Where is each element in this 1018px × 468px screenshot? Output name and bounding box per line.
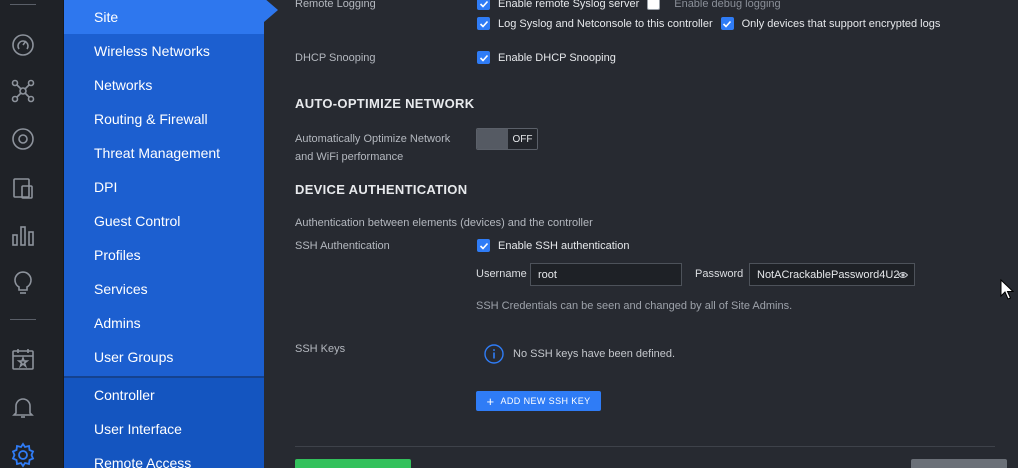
syslog-checkbox-row[interactable]: Enable remote Syslog server Enable debug… bbox=[477, 0, 781, 10]
rail-divider bbox=[10, 4, 36, 5]
no-ssh-keys-text: No SSH keys have been defined. bbox=[513, 348, 676, 360]
auto-optimize-toggle[interactable]: OFF bbox=[476, 128, 538, 150]
nav-item-site[interactable]: Site bbox=[64, 0, 264, 34]
events-icon[interactable] bbox=[9, 345, 37, 373]
netconsole-checkbox[interactable] bbox=[477, 17, 490, 30]
ssh-auth-checkbox-label: Enable SSH authentication bbox=[498, 239, 630, 252]
ssh-auth-checkbox-row[interactable]: Enable SSH authentication bbox=[477, 239, 629, 252]
settings-icon[interactable] bbox=[9, 441, 37, 468]
debug-logging-label: Enable debug logging bbox=[674, 0, 781, 10]
nav-item-profiles[interactable]: Profiles bbox=[64, 238, 264, 272]
ssh-auth-label: SSH Authentication bbox=[295, 240, 390, 252]
nav-item-networks[interactable]: Networks bbox=[64, 68, 264, 102]
info-icon bbox=[484, 344, 504, 364]
debug-logging-checkbox[interactable] bbox=[647, 0, 661, 10]
settings-nav: Site Wireless Networks Networks Routing … bbox=[64, 0, 264, 468]
statistics-icon[interactable] bbox=[9, 221, 37, 249]
show-password-icon[interactable] bbox=[898, 270, 908, 280]
nav-item-user-interface[interactable]: User Interface bbox=[64, 412, 264, 446]
form-footer-divider bbox=[295, 446, 995, 447]
reset-button[interactable] bbox=[911, 459, 1007, 468]
nav-item-wireless-networks[interactable]: Wireless Networks bbox=[64, 34, 264, 68]
nav-item-threat-management[interactable]: Threat Management bbox=[64, 136, 264, 170]
clients-icon[interactable] bbox=[9, 174, 37, 202]
username-label: Username bbox=[476, 268, 527, 280]
syslog-checkbox[interactable] bbox=[477, 0, 490, 10]
netconsole-checkbox-row[interactable]: Log Syslog and Netconsole to this contro… bbox=[477, 17, 940, 30]
password-value: NotACrackablePassword4U2 bbox=[757, 268, 900, 281]
encrypted-logs-label: Only devices that support encrypted logs bbox=[741, 17, 941, 30]
devices-icon[interactable] bbox=[9, 125, 37, 153]
nav-item-controller[interactable]: Controller bbox=[64, 378, 264, 412]
netconsole-checkbox-label: Log Syslog and Netconsole to this contro… bbox=[498, 17, 713, 30]
insights-icon[interactable] bbox=[9, 268, 37, 296]
dhcp-snooping-label: DHCP Snooping bbox=[295, 52, 376, 64]
ssh-auth-checkbox[interactable] bbox=[477, 239, 490, 252]
password-label: Password bbox=[695, 268, 744, 280]
device-auth-title: DEVICE AUTHENTICATION bbox=[295, 182, 468, 197]
remote-logging-label: Remote Logging bbox=[295, 0, 376, 10]
auto-optimize-label-line2: and WiFi performance bbox=[295, 151, 404, 163]
nav-item-services[interactable]: Services bbox=[64, 272, 264, 306]
nav-item-dpi[interactable]: DPI bbox=[64, 170, 264, 204]
nav-item-routing-firewall[interactable]: Routing & Firewall bbox=[64, 102, 264, 136]
device-auth-subtitle: Authentication between elements (devices… bbox=[295, 217, 593, 229]
rail-divider bbox=[10, 319, 36, 320]
dashboard-icon[interactable] bbox=[9, 31, 37, 59]
syslog-checkbox-label: Enable remote Syslog server bbox=[498, 0, 640, 10]
ssh-keys-label: SSH Keys bbox=[295, 343, 346, 355]
apply-changes-button[interactable] bbox=[295, 459, 411, 468]
dhcp-snooping-checkbox-row[interactable]: Enable DHCP Snooping bbox=[477, 51, 616, 64]
dhcp-snooping-checkbox[interactable] bbox=[477, 51, 490, 64]
active-nav-pointer bbox=[264, 0, 278, 22]
password-input[interactable]: NotACrackablePassword4U2 bbox=[749, 263, 915, 286]
nav-item-remote-access[interactable]: Remote Access bbox=[64, 446, 264, 468]
dhcp-snooping-checkbox-label: Enable DHCP Snooping bbox=[498, 51, 616, 64]
add-new-ssh-key-button[interactable]: + ADD NEW SSH KEY bbox=[476, 391, 601, 411]
plus-icon: + bbox=[486, 393, 495, 409]
alerts-icon[interactable] bbox=[9, 393, 37, 421]
nav-item-admins[interactable]: Admins bbox=[64, 306, 264, 340]
encrypted-logs-checkbox[interactable] bbox=[720, 17, 734, 30]
nav-item-guest-control[interactable]: Guest Control bbox=[64, 204, 264, 238]
username-input[interactable]: root bbox=[530, 263, 682, 286]
ssh-credentials-hint: SSH Credentials can be seen and changed … bbox=[476, 300, 793, 312]
icon-rail bbox=[0, 0, 64, 468]
topology-icon[interactable] bbox=[9, 77, 37, 105]
site-settings-panel: Remote Logging Enable remote Syslog serv… bbox=[295, 0, 1018, 468]
toggle-state-text: OFF bbox=[508, 129, 537, 149]
auto-optimize-label-line1: Automatically Optimize Network bbox=[295, 133, 451, 145]
no-ssh-keys-message: No SSH keys have been defined. bbox=[484, 344, 675, 364]
mouse-cursor-icon bbox=[1000, 279, 1014, 300]
nav-group-controller: Controller User Interface Remote Access bbox=[64, 376, 264, 468]
toggle-knob bbox=[477, 129, 508, 149]
auto-optimize-title: AUTO-OPTIMIZE NETWORK bbox=[295, 96, 475, 111]
nav-item-user-groups[interactable]: User Groups bbox=[64, 340, 264, 374]
add-new-ssh-key-label: ADD NEW SSH KEY bbox=[500, 396, 591, 406]
